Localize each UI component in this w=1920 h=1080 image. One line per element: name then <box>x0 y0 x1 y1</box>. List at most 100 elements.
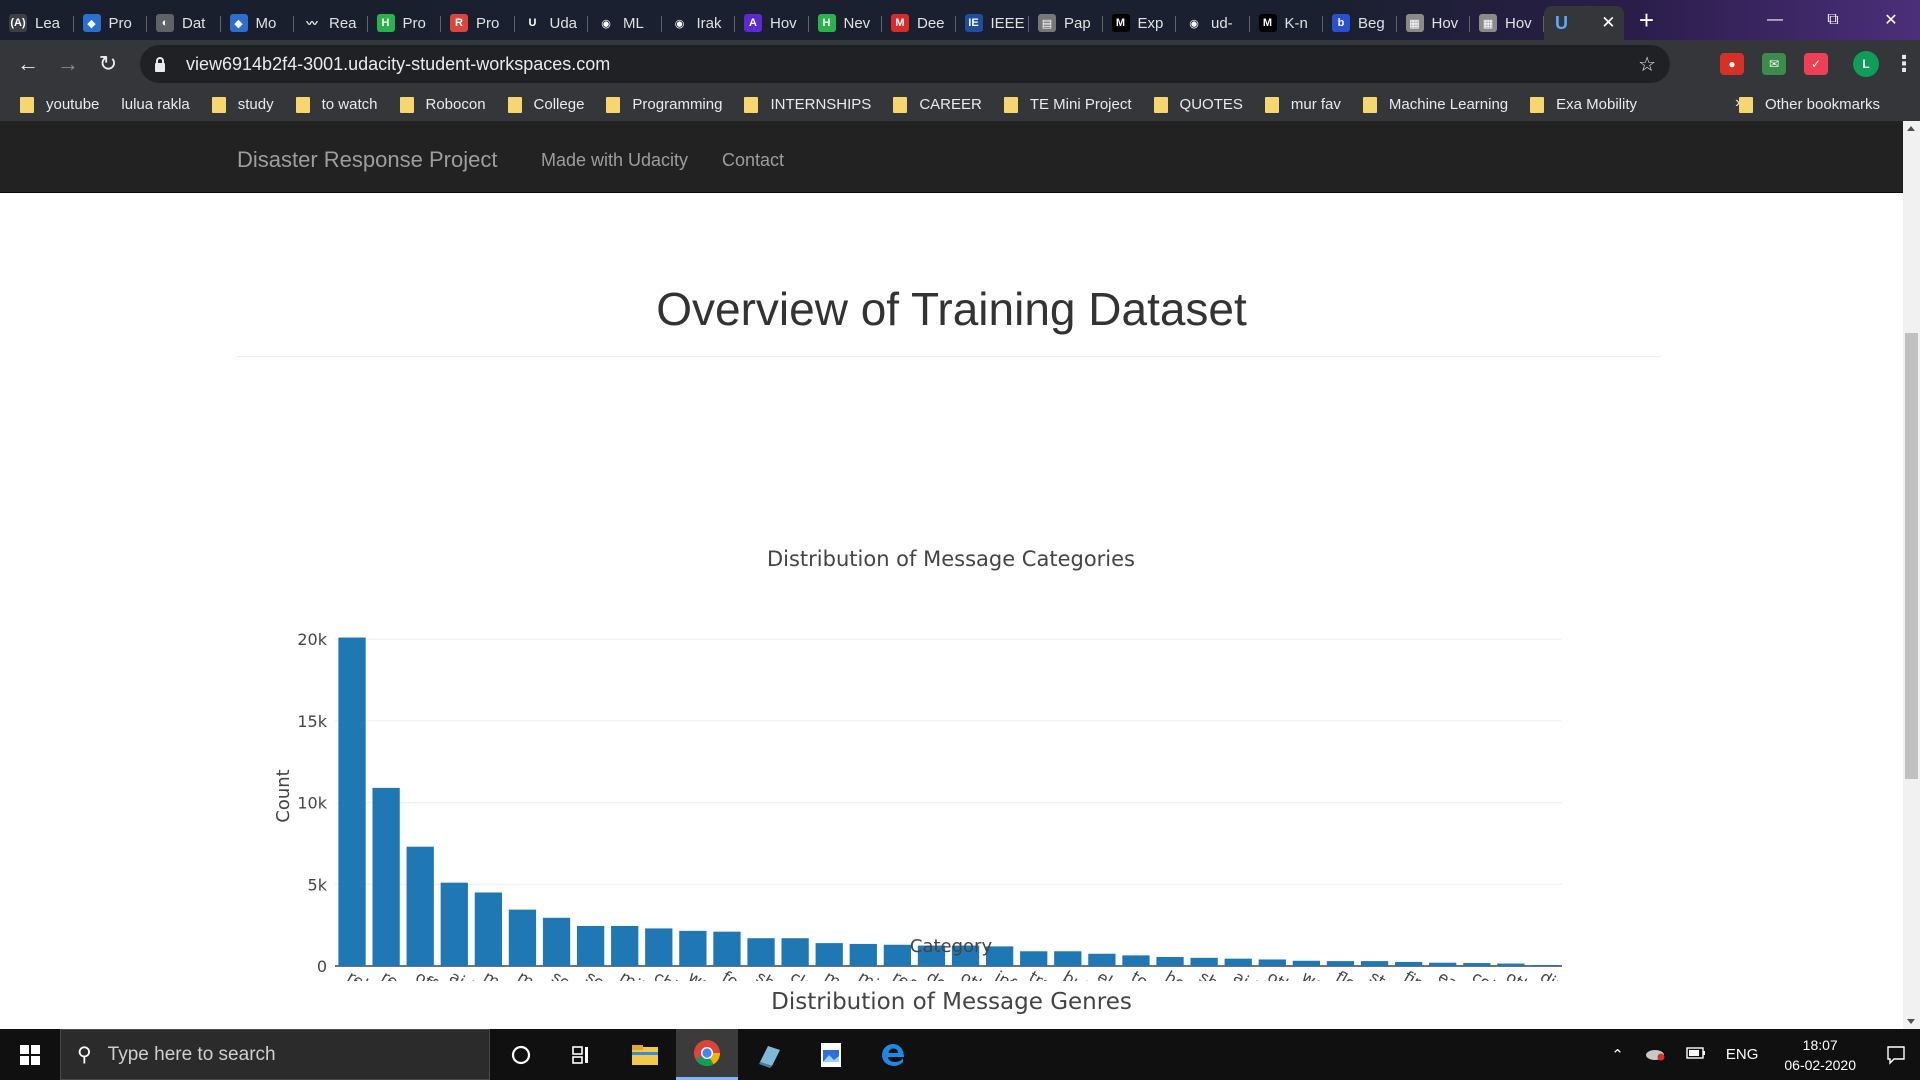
browser-tab[interactable]: (A) Lea <box>0 6 74 40</box>
taskbar-search[interactable]: ⚲ Type here to search <box>60 1029 490 1080</box>
reload-button[interactable]: ↻ <box>88 44 128 84</box>
chart-bar[interactable] <box>713 931 741 966</box>
bookmark-item[interactable]: youtube <box>20 96 99 113</box>
browser-tab[interactable]: 〰 Rea <box>294 6 368 40</box>
app-notes-icon[interactable] <box>738 1029 800 1080</box>
new-tab-button[interactable]: + <box>1628 3 1666 37</box>
chart-bar[interactable] <box>1190 957 1218 966</box>
chart-bar[interactable] <box>1463 963 1491 966</box>
browser-tab[interactable]: M Exp <box>1103 6 1177 40</box>
browser-tab[interactable]: H Nev <box>809 6 883 40</box>
chart-bar[interactable] <box>576 925 605 966</box>
chart-bar[interactable] <box>815 943 843 966</box>
chart-bar[interactable] <box>1156 957 1184 966</box>
bookmark-item[interactable]: INTERNSHIPS <box>744 96 871 113</box>
scroll-down-arrow-icon[interactable] <box>1907 1019 1915 1024</box>
language-indicator[interactable]: ENG <box>1726 1046 1759 1063</box>
bookmark-item[interactable]: QUOTES <box>1153 96 1243 113</box>
chart-bar[interactable] <box>1258 959 1286 966</box>
browser-tab[interactable]: R Pro <box>441 6 515 40</box>
chart-bar[interactable] <box>508 909 537 966</box>
made-with-udacity-link[interactable]: Made with Udacity <box>541 150 688 171</box>
chart-bar[interactable] <box>1429 962 1457 966</box>
page-scrollbar[interactable] <box>1903 121 1920 1029</box>
chart-bar[interactable] <box>440 882 468 966</box>
chart-bar[interactable] <box>1020 951 1048 966</box>
bookmark-item[interactable]: College <box>507 96 584 113</box>
bookmark-item[interactable]: to watch <box>295 96 378 113</box>
contact-link[interactable]: Contact <box>722 150 784 171</box>
chart-bar[interactable] <box>474 892 503 966</box>
show-hidden-icons-chevron-icon[interactable]: ⌃ <box>1611 1046 1624 1064</box>
browser-tab[interactable]: ◉ Irak <box>662 6 736 40</box>
chrome-taskbar-icon[interactable] <box>676 1029 738 1080</box>
chart-bar[interactable] <box>883 944 912 966</box>
bookmark-item[interactable]: study <box>211 96 274 113</box>
close-tab-icon[interactable]: ✕ <box>1601 13 1615 33</box>
chart-bar[interactable] <box>1292 960 1321 966</box>
taskbar-clock[interactable]: 18:07 06-02-2020 <box>1784 1035 1856 1075</box>
browser-tab[interactable]: ◆ Pro <box>74 6 148 40</box>
chart-bar[interactable] <box>611 925 639 966</box>
browser-tab[interactable]: IE IEEE <box>956 6 1030 40</box>
chart-bar[interactable] <box>1394 961 1423 966</box>
chart-bar[interactable] <box>1360 961 1389 966</box>
browser-tab[interactable]: H Pro <box>368 6 442 40</box>
onedrive-cloud-icon[interactable] <box>1644 1045 1666 1065</box>
browser-tab[interactable]: ◉ ML <box>588 6 662 40</box>
chart-bar[interactable] <box>1122 955 1150 966</box>
browser-tab[interactable]: ▤ Pap <box>1029 6 1103 40</box>
browser-tab[interactable]: U Uda <box>515 6 589 40</box>
chart-bar[interactable] <box>1326 961 1355 966</box>
extension-red-icon[interactable]: ● <box>1720 53 1744 75</box>
notification-center-icon[interactable] <box>1872 1029 1920 1080</box>
start-button[interactable] <box>0 1029 60 1080</box>
bookmark-item[interactable]: lulua rakla <box>121 96 189 113</box>
edge-icon[interactable] <box>862 1029 924 1080</box>
bookmark-star-icon[interactable]: ☆ <box>1638 52 1656 77</box>
browser-tab[interactable]: ◆ Mo <box>221 6 295 40</box>
close-window-button[interactable]: ✕ <box>1862 0 1920 40</box>
active-browser-tab[interactable]: U ✕ <box>1543 6 1624 40</box>
browser-tab[interactable]: ▦ Hov <box>1470 6 1544 40</box>
battery-icon[interactable] <box>1686 1046 1706 1063</box>
bookmark-item[interactable]: CAREER <box>893 96 982 113</box>
browser-tab[interactable]: M K-n <box>1250 6 1324 40</box>
back-button[interactable]: ← <box>8 44 48 84</box>
browser-tab[interactable]: A Hov <box>735 6 809 40</box>
browser-menu-icon[interactable]: ⋮ <box>1893 51 1915 76</box>
chart-bar[interactable] <box>679 930 707 966</box>
photos-icon[interactable] <box>800 1029 862 1080</box>
brand-link[interactable]: Disaster Response Project <box>237 147 497 173</box>
extension-mail-icon[interactable]: ✉ <box>1762 53 1786 75</box>
chart-bar[interactable] <box>1531 965 1559 966</box>
chart-bar[interactable] <box>542 917 571 966</box>
chart-bar[interactable] <box>338 637 366 966</box>
bookmark-item[interactable]: Exa Mobility <box>1530 96 1637 113</box>
other-bookmarks-folder[interactable]: Other bookmarks <box>1738 88 1880 121</box>
extension-pocket-icon[interactable]: ✓ <box>1804 53 1828 75</box>
profile-avatar[interactable]: L <box>1853 51 1879 77</box>
task-view-icon[interactable] <box>552 1029 614 1080</box>
chart-bar[interactable] <box>1088 953 1116 966</box>
bookmark-item[interactable]: Robocon <box>399 96 486 113</box>
browser-tab[interactable]: ◉ ud- <box>1176 6 1250 40</box>
browser-tab[interactable]: b Beg <box>1323 6 1397 40</box>
chart-bar[interactable] <box>781 938 809 966</box>
chart-bar[interactable] <box>645 928 673 966</box>
chart-bar[interactable] <box>406 846 434 966</box>
chart-bar[interactable] <box>1224 958 1252 966</box>
browser-tab[interactable]: ▦ Hov <box>1397 6 1471 40</box>
chart-bar[interactable] <box>372 787 400 966</box>
cortana-icon[interactable] <box>490 1029 552 1080</box>
bookmark-item[interactable]: mur fav <box>1264 96 1341 113</box>
chart-bar[interactable] <box>747 938 775 966</box>
chart-bar[interactable] <box>849 943 877 966</box>
scrollbar-thumb[interactable] <box>1905 333 1918 779</box>
address-bar[interactable]: view6914b2f4-3001.udacity-student-worksp… <box>140 45 1670 83</box>
bookmark-item[interactable]: Machine Learning <box>1362 96 1508 113</box>
bookmark-item[interactable]: Programming <box>606 96 722 113</box>
restore-button[interactable]: ⧉ <box>1804 0 1862 40</box>
bookmark-item[interactable]: TE Mini Project <box>1003 96 1132 113</box>
chart-bar[interactable] <box>1054 951 1082 966</box>
